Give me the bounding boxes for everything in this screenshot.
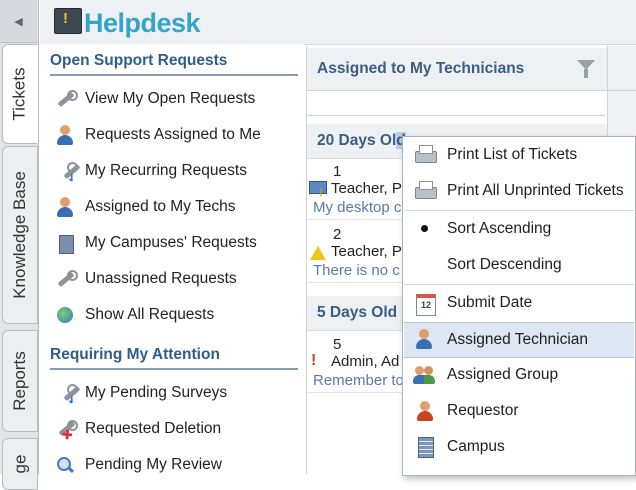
menu-divider: [404, 284, 634, 285]
menu-assigned-group[interactable]: Assigned Group: [404, 358, 634, 392]
technician-icon: [413, 328, 437, 352]
app-header: Helpdesk: [40, 0, 636, 45]
tab-more[interactable]: ge: [2, 438, 38, 490]
survey-icon: [54, 382, 78, 404]
computer-icon: [309, 181, 327, 199]
vertical-tab-strip: ◀ Tickets Knowledge Base Reports ge: [0, 0, 39, 490]
menu-submit-date[interactable]: Submit Date: [404, 286, 634, 320]
left-nav-panel: Open Support Requests View My Open Reque…: [40, 44, 304, 474]
menu-sort-ascending[interactable]: Sort Ascending: [404, 212, 634, 246]
group-label: 20 Days Ol: [317, 132, 397, 149]
wrench-icon: [54, 268, 78, 290]
tab-tickets[interactable]: Tickets: [2, 44, 38, 144]
context-menu: Print List of Tickets Print All Unprinte…: [402, 136, 636, 476]
wrench-icon: [54, 88, 78, 110]
alert-icon: [309, 352, 327, 372]
menu-requestor[interactable]: Requestor: [404, 394, 634, 428]
collapse-arrow-icon[interactable]: ◀: [0, 0, 37, 43]
ticket-snippet: Remember to: [313, 372, 404, 389]
search-input[interactable]: [307, 91, 605, 116]
delete-request-icon: [54, 418, 78, 440]
printer-icon: [413, 143, 437, 167]
panel-title: Assigned to My Technicians: [317, 60, 525, 77]
section-title-open: Open Support Requests: [50, 52, 298, 76]
techs-icon: [54, 196, 76, 218]
campus-icon: [54, 232, 76, 254]
ticket-snippet: My desktop c: [313, 199, 402, 216]
ticket-number: 2: [333, 226, 342, 243]
printer-icon: [413, 179, 437, 203]
warning-icon: [309, 244, 327, 262]
nav-requested-deletion[interactable]: Requested Deletion: [54, 416, 221, 442]
ticket-requestor: Teacher, P: [331, 180, 402, 197]
review-icon: [54, 454, 76, 476]
nav-pending-my-review[interactable]: Pending My Review: [54, 452, 222, 478]
menu-assigned-technician[interactable]: Assigned Technician: [404, 322, 634, 358]
menu-sort-descending[interactable]: Sort Descending: [404, 248, 634, 282]
nav-assigned-to-my-techs[interactable]: Assigned to My Techs: [54, 194, 235, 220]
globe-icon: [54, 304, 76, 326]
menu-print-unprinted[interactable]: Print All Unprinted Tickets: [404, 174, 634, 208]
helpdesk-logo-icon: [54, 8, 82, 34]
menu-divider: [404, 210, 634, 211]
ticket-requestor: Teacher, P: [331, 243, 402, 260]
adjacent-panel-header: [608, 48, 636, 91]
calendar-icon: [413, 291, 437, 316]
group-label: 5 Days Old: [317, 304, 398, 321]
ticket-number: 1: [333, 163, 342, 180]
ticket-snippet: There is no c: [313, 262, 400, 279]
nav-show-all-requests[interactable]: Show All Requests: [54, 302, 214, 328]
group-icon: [413, 363, 437, 387]
section-title-attention: Requiring My Attention: [50, 346, 298, 370]
nav-my-pending-surveys[interactable]: My Pending Surveys: [54, 380, 227, 406]
campus-icon: [413, 435, 437, 459]
user-wrench-icon: [54, 124, 76, 146]
bullet-icon: [413, 217, 437, 241]
nav-requests-assigned-to-me[interactable]: Requests Assigned to Me: [54, 122, 261, 148]
nav-my-recurring-requests[interactable]: My Recurring Requests: [54, 158, 247, 184]
requestor-icon: [413, 399, 437, 423]
menu-campus[interactable]: Campus: [404, 430, 634, 464]
ticket-requestor: Admin, Ad: [331, 353, 400, 370]
tab-reports[interactable]: Reports: [2, 330, 38, 432]
ticket-number: 5: [333, 336, 342, 353]
menu-print-list[interactable]: Print List of Tickets: [404, 138, 634, 172]
tab-knowledge-base[interactable]: Knowledge Base: [2, 146, 38, 324]
nav-my-campuses-requests[interactable]: My Campuses' Requests: [54, 230, 257, 256]
recurring-wrench-icon: [54, 160, 78, 182]
empty-icon: [413, 253, 437, 277]
filter-icon[interactable]: [575, 58, 597, 80]
nav-unassigned-requests[interactable]: Unassigned Requests: [54, 266, 237, 292]
nav-view-my-open-requests[interactable]: View My Open Requests: [54, 86, 255, 112]
panel-header: Assigned to My Technicians: [307, 48, 607, 91]
app-title: Helpdesk: [84, 8, 201, 38]
